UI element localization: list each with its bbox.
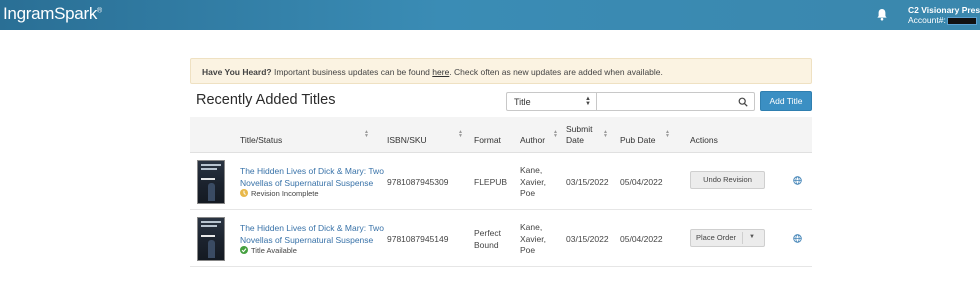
add-title-button[interactable]: Add Title bbox=[760, 91, 812, 111]
author-line2: Xavier, bbox=[520, 176, 546, 187]
column-pub-date[interactable]: Pub Date bbox=[620, 135, 655, 146]
banner-text-before: Important business updates can be found bbox=[271, 67, 433, 77]
sort-submit-icon[interactable]: ▲ ▼ bbox=[603, 130, 608, 139]
account-name: C2 Visionary Press bbox=[908, 5, 980, 15]
column-isbn[interactable]: ISBN/SKU bbox=[387, 135, 427, 146]
table-row: The Hidden Lives of Dick & Mary: Two Nove… bbox=[190, 153, 812, 210]
author-line1: Kane, bbox=[520, 222, 543, 232]
isbn-cell: 9781087945309 bbox=[387, 177, 449, 187]
select-updown-icon: ▲ ▼ bbox=[585, 96, 591, 107]
format-cell: Perfect Bound bbox=[474, 228, 501, 251]
redacted-account-number bbox=[946, 16, 977, 25]
author-cell: Kane, Xavier, Poe bbox=[520, 222, 546, 257]
place-order-button[interactable]: Place Order bbox=[691, 230, 741, 246]
author-line3: Poe bbox=[520, 188, 536, 198]
format-line2: Bound bbox=[474, 239, 499, 250]
title-line2: Novellas of Supernatural Suspense bbox=[240, 235, 374, 245]
announcement-banner: Have You Heard? Important business updat… bbox=[190, 58, 812, 84]
status-text: Title Available bbox=[251, 246, 297, 255]
banner-heading: Have You Heard? bbox=[202, 67, 272, 77]
column-submit-date-line2: Date bbox=[566, 135, 584, 145]
account-number-label: Account#: bbox=[908, 15, 946, 25]
book-cover-thumbnail[interactable] bbox=[197, 160, 225, 204]
ingramspark-logo[interactable]: IngramSpark® bbox=[3, 4, 102, 24]
account-info[interactable]: C2 Visionary Press Account#: bbox=[908, 5, 980, 25]
column-author[interactable]: Author bbox=[520, 135, 545, 146]
notification-bell-icon[interactable] bbox=[876, 8, 888, 21]
dropdown-caret-icon[interactable]: ▼ bbox=[749, 234, 755, 240]
book-cover-thumbnail[interactable] bbox=[197, 217, 225, 261]
author-line1: Kane, bbox=[520, 165, 543, 175]
page-title: Recently Added Titles bbox=[196, 92, 336, 108]
title-line1: The Hidden Lives of Dick & Mary: Two bbox=[240, 166, 384, 176]
title-line1: The Hidden Lives of Dick & Mary: Two bbox=[240, 223, 384, 233]
pub-date-cell: 05/04/2022 bbox=[620, 234, 663, 244]
search-icon[interactable] bbox=[738, 97, 748, 107]
top-header-bar: IngramSpark® C2 Visionary Press Account#… bbox=[0, 0, 980, 30]
title-link[interactable]: The Hidden Lives of Dick & Mary: Two Nove… bbox=[240, 222, 384, 246]
logo-text: IngramSpark bbox=[3, 4, 98, 23]
isbn-cell: 9781087945149 bbox=[387, 234, 449, 244]
title-status: Title Available bbox=[240, 246, 297, 255]
sort-author-icon[interactable]: ▲ ▼ bbox=[553, 130, 558, 139]
submit-date-cell: 03/15/2022 bbox=[566, 177, 609, 187]
author-cell: Kane, Xavier, Poe bbox=[520, 165, 546, 200]
table-row: The Hidden Lives of Dick & Mary: Two Nove… bbox=[190, 210, 812, 267]
logo-registered-mark: ® bbox=[97, 7, 102, 15]
table-header: Title/Status ▲ ▼ ISBN/SKU ▲ ▼ Format Autho… bbox=[190, 117, 812, 153]
title-status: Revision Incomplete bbox=[240, 189, 319, 198]
search-filter-select[interactable]: Title ▲ ▼ bbox=[506, 92, 597, 111]
search-input[interactable] bbox=[597, 92, 755, 111]
column-submit-date-line1: Submit bbox=[566, 124, 593, 134]
split-button-divider bbox=[742, 232, 743, 244]
sort-isbn-icon[interactable]: ▲ ▼ bbox=[458, 130, 463, 139]
sort-title-icon[interactable]: ▲ ▼ bbox=[364, 130, 369, 139]
submit-date-cell: 03/15/2022 bbox=[566, 234, 609, 244]
warning-status-icon bbox=[240, 189, 248, 197]
column-submit-date[interactable]: Submit Date bbox=[566, 124, 592, 146]
checkmark-status-icon bbox=[240, 246, 248, 254]
format-line1: Perfect bbox=[474, 228, 501, 238]
title-line2: Novellas of Supernatural Suspense bbox=[240, 178, 374, 188]
banner-text-after: . Check often as new updates are added w… bbox=[449, 67, 663, 77]
sort-pubdate-icon[interactable]: ▲ ▼ bbox=[665, 130, 670, 139]
account-number: Account#: bbox=[908, 15, 980, 25]
column-title-status[interactable]: Title/Status bbox=[240, 135, 282, 146]
column-format[interactable]: Format bbox=[474, 135, 501, 146]
place-order-split-button: Place Order ▼ bbox=[690, 229, 765, 247]
title-link[interactable]: The Hidden Lives of Dick & Mary: Two Nove… bbox=[240, 165, 384, 189]
format-cell: FLEPUB bbox=[474, 177, 508, 187]
banner-here-link[interactable]: here bbox=[432, 67, 449, 77]
author-line3: Poe bbox=[520, 245, 536, 255]
author-line2: Xavier, bbox=[520, 233, 546, 244]
status-text: Revision Incomplete bbox=[251, 189, 319, 198]
search-filter-value: Title bbox=[514, 97, 531, 107]
globe-icon[interactable] bbox=[793, 176, 802, 185]
column-actions: Actions bbox=[690, 135, 718, 145]
pub-date-cell: 05/04/2022 bbox=[620, 177, 663, 187]
undo-revision-button[interactable]: Undo Revision bbox=[690, 171, 765, 189]
globe-icon[interactable] bbox=[793, 234, 802, 243]
